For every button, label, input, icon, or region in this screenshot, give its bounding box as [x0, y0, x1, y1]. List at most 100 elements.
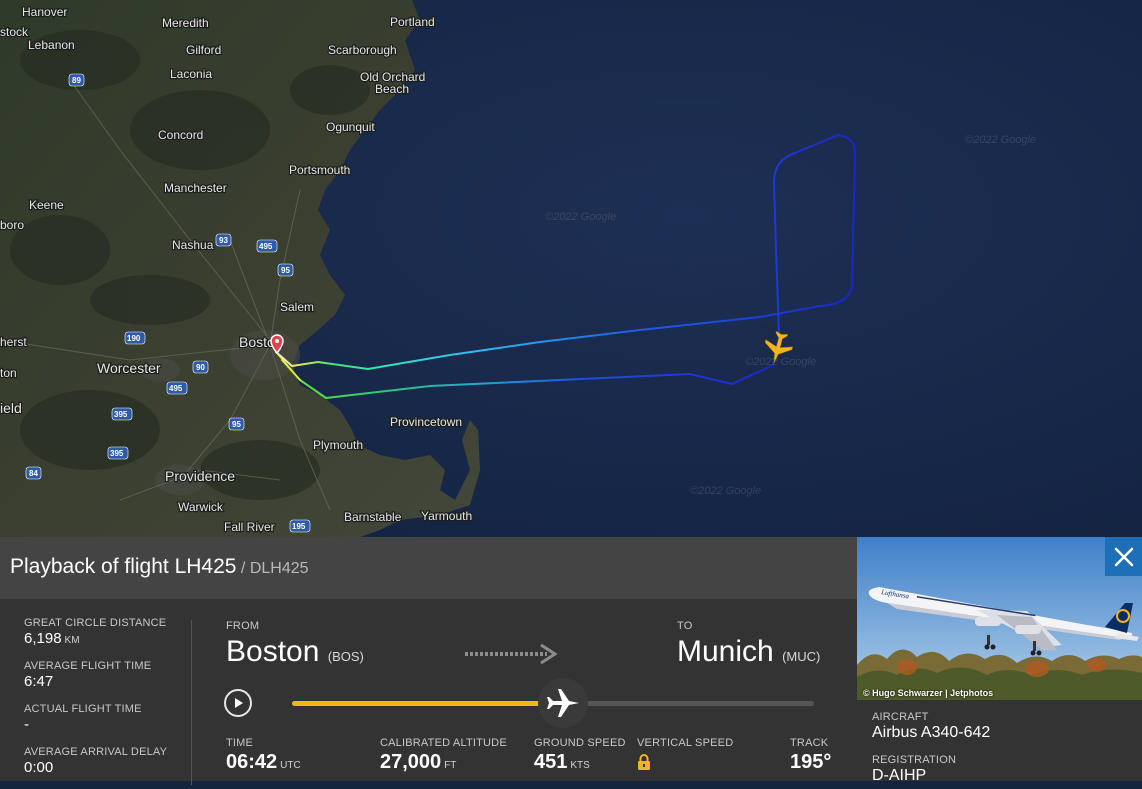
average-arrival-delay-label: AVERAGE ARRIVAL DELAY — [24, 746, 168, 758]
play-button[interactable] — [224, 689, 252, 717]
airplane-icon — [547, 689, 580, 717]
map-label-scarborough: Scarborough — [328, 43, 397, 57]
svg-text:93: 93 — [219, 236, 228, 245]
interstate-shield-190: 190 — [124, 331, 146, 345]
close-button[interactable] — [1105, 537, 1142, 576]
map-label-keene: Keene — [29, 198, 64, 212]
registration-label: REGISTRATION — [872, 754, 957, 766]
map-label-worcester: Worcester — [97, 360, 161, 376]
svg-text:89: 89 — [72, 76, 81, 85]
svg-text:84: 84 — [29, 469, 38, 478]
track-label: TRACK — [790, 737, 829, 749]
flight-stats: GREAT CIRCLE DISTANCE 6,198 KM AVERAGE FL… — [24, 617, 192, 789]
svg-text:95: 95 — [281, 266, 290, 275]
interstate-shield-95b: 95 — [228, 417, 245, 431]
destination: TO Munich (MUC) — [677, 620, 820, 675]
average-flight-time-value: 6:47 — [24, 673, 54, 690]
svg-text:90: 90 — [196, 363, 205, 372]
map-label-concord: Concord — [158, 128, 203, 142]
average-flight-time-label: AVERAGE FLIGHT TIME — [24, 660, 152, 672]
aircraft-type-value: Airbus A340-642 — [872, 724, 991, 741]
svg-text:395: 395 — [110, 449, 124, 458]
svg-text:©2022 Google: ©2022 Google — [965, 134, 1036, 146]
interstate-shield-395: 395 — [111, 407, 133, 421]
map-label-manchester: Manchester — [164, 181, 227, 195]
vertical-speed-readout: VERTICAL SPEED — [637, 737, 733, 775]
from-label: FROM — [226, 620, 260, 632]
interstate-shield-495b: 495 — [166, 381, 188, 395]
actual-flight-time-label: ACTUAL FLIGHT TIME — [24, 703, 142, 715]
flight-info-panel: Playback of flight LH425 / DLH425 GREAT … — [0, 537, 857, 785]
flight-title: Playback of flight LH425 — [10, 555, 237, 578]
play-icon — [235, 698, 243, 708]
map-label-herst: herst — [0, 335, 27, 349]
vertical-speed-label: VERTICAL SPEED — [637, 737, 734, 749]
aircraft-panel: Lufthansa © Hugo Schwarzer | Jetphotos A… — [857, 537, 1142, 784]
svg-text:©2022 Google: ©2022 Google — [690, 485, 761, 497]
registration-value: D-AIHP — [872, 767, 927, 784]
playback-progress — [292, 701, 564, 706]
stats-divider — [191, 620, 192, 785]
aircraft-details: AIRCRAFT Airbus A340-642 REGISTRATION D-… — [872, 711, 990, 785]
map-label-provincetown: Provincetown — [390, 415, 462, 429]
interstate-shield-93: 93 — [215, 233, 232, 247]
map-label-gilford: Gilford — [186, 43, 221, 57]
aircraft-label: AIRCRAFT — [872, 711, 929, 723]
ground-speed-value: 451 — [534, 751, 568, 773]
interstate-shield-195: 195 — [289, 519, 311, 533]
flight-map[interactable]: Hanover Meredith Portland stock Lebanon … — [0, 0, 1142, 537]
altitude-value: 27,000 — [380, 751, 442, 773]
great-circle-distance-value: 6,198 KM — [24, 630, 80, 647]
svg-text:©2022 Google: ©2022 Google — [545, 211, 616, 223]
origin-city: Boston — [226, 635, 320, 668]
panel-header: Playback of flight LH425 / DLH425 — [0, 537, 857, 599]
actual-flight-time-value: - — [24, 716, 29, 733]
time-value: 06:42 — [226, 751, 278, 773]
playback-slider-handle[interactable] — [538, 678, 589, 728]
map-label-beach: Beach — [375, 82, 409, 96]
map-label-providence: Providence — [165, 468, 235, 484]
destination-city: Munich — [677, 635, 774, 668]
destination-code: (MUC) — [782, 649, 821, 664]
svg-text:190: 190 — [127, 334, 141, 343]
map-label-ogunquit: Ogunquit — [326, 120, 375, 134]
photo-credit: © Hugo Schwarzer | Jetphotos — [863, 688, 994, 698]
ground-speed-readout: GROUND SPEED 451 KTS — [534, 737, 626, 773]
map-label-portland: Portland — [390, 15, 435, 29]
map-label-meredith: Meredith — [162, 16, 209, 30]
map-label-lebanon: Lebanon — [28, 38, 75, 52]
time-label: TIME — [226, 737, 254, 749]
great-circle-distance-label: GREAT CIRCLE DISTANCE — [24, 617, 167, 629]
svg-text:495: 495 — [169, 384, 183, 393]
altitude-readout: CALIBRATED ALTITUDE 27,000 FT — [380, 737, 507, 773]
map-label-laconia: Laconia — [170, 67, 212, 81]
ground-speed-label: GROUND SPEED — [534, 737, 626, 749]
aircraft-photo[interactable]: Lufthansa © Hugo Schwarzer | Jetphotos — [857, 537, 1142, 700]
altitude-label: CALIBRATED ALTITUDE — [380, 737, 507, 749]
interstate-shield-90: 90 — [192, 360, 209, 374]
map-label-barnstable: Barnstable — [344, 510, 402, 524]
map-label-boro: boro — [0, 218, 24, 232]
svg-text:495: 495 — [259, 242, 273, 251]
interstate-shield-89: 89 — [68, 73, 85, 87]
route-arrow-icon — [463, 642, 563, 671]
interstate-shield-495: 495 — [256, 239, 278, 253]
time-readout: TIME 06:42 UTC — [226, 737, 301, 773]
origin: FROM Boston (BOS) — [226, 620, 364, 675]
svg-text:©2022 Google: ©2022 Google — [745, 356, 816, 368]
map-label-fall-river: Fall River — [224, 520, 275, 534]
map-label-plymouth: Plymouth — [313, 438, 363, 452]
flight-callsign: / DLH425 — [240, 560, 309, 577]
svg-text:195: 195 — [292, 522, 306, 531]
interstate-shield-395b: 395 — [107, 446, 129, 460]
average-arrival-delay-value: 0:00 — [24, 759, 54, 776]
map-label-ton: ton — [0, 366, 17, 380]
svg-text:95: 95 — [232, 420, 241, 429]
interstate-shield-84: 84 — [25, 466, 42, 480]
track-value: 195° — [790, 751, 832, 773]
interstate-shield-95: 95 — [277, 263, 294, 277]
map-label-portsmouth: Portsmouth — [289, 163, 350, 177]
map-label-stock: stock — [0, 25, 29, 39]
to-label: TO — [677, 620, 693, 632]
map-label-yarmouth: Yarmouth — [421, 509, 472, 523]
